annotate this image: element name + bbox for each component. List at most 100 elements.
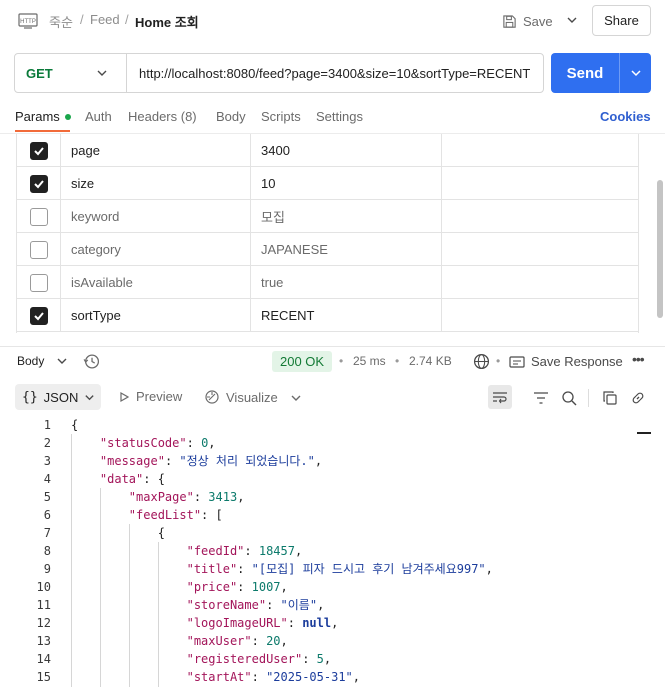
wrap-lines-button[interactable] [488, 385, 512, 409]
param-description[interactable] [442, 233, 638, 266]
code-scroll-marker [637, 432, 651, 434]
check-icon [33, 311, 44, 320]
code-line: 3 "message": "정상 처리 되었습니다.", [0, 452, 665, 470]
param-checkbox[interactable] [29, 306, 48, 325]
line-number: 8 [43, 544, 51, 558]
param-description[interactable] [442, 299, 638, 332]
tab-body[interactable]: Body [216, 109, 246, 124]
save-response-button[interactable]: Save Response [509, 354, 623, 369]
visualize-button[interactable]: Visualize [204, 389, 278, 405]
send-options-button[interactable] [620, 67, 651, 79]
preview-label: Preview [136, 389, 183, 404]
code-line: 15 "startAt": "2025-05-31", [0, 668, 665, 686]
param-value[interactable]: true [251, 266, 442, 299]
format-label: JSON [43, 389, 79, 405]
param-key[interactable]: page [61, 134, 251, 167]
param-value[interactable]: 3400 [251, 134, 442, 167]
filter-button[interactable] [530, 387, 552, 409]
tab-params[interactable]: Params [15, 109, 71, 124]
breadcrumb-request[interactable]: Home 조회 [135, 12, 199, 31]
cookies-link[interactable]: Cookies [600, 109, 651, 124]
globe-icon[interactable] [473, 353, 490, 370]
response-body-select[interactable]: Body [17, 354, 68, 368]
save-label: Save [523, 13, 553, 29]
share-button[interactable]: Share [592, 5, 651, 36]
chevron-down-icon[interactable] [566, 14, 578, 26]
history-icon[interactable] [83, 353, 100, 370]
check-icon [33, 146, 44, 155]
copy-button[interactable] [599, 387, 621, 409]
code-line: 12 "logoImageURL": null, [0, 614, 665, 632]
link-button[interactable] [627, 387, 649, 409]
param-checkbox[interactable] [29, 240, 48, 259]
param-value[interactable]: 모집 [251, 200, 442, 233]
code-text: "statusCode": 0, [99, 436, 216, 450]
tab-scripts[interactable]: Scripts [261, 109, 301, 124]
code-text: { [71, 526, 165, 540]
response-toolbar: {} JSON Preview Visualize [0, 382, 665, 412]
param-checkbox[interactable] [29, 141, 48, 160]
search-button[interactable] [558, 387, 580, 409]
breadcrumb-separator: / [80, 12, 84, 27]
code-line: 11 "storeName": "이름", [0, 596, 665, 614]
status-badge[interactable]: 200 OK [272, 351, 333, 372]
param-value[interactable]: JAPANESE [251, 233, 442, 266]
tab-params-label: Params [15, 109, 60, 124]
method-select[interactable]: GET [15, 54, 127, 92]
param-checkbox[interactable] [29, 207, 48, 226]
url-bar: GET http://localhost:8080/feed?page=3400… [14, 53, 544, 93]
code-line: 7 { [0, 524, 665, 542]
param-checkbox[interactable] [29, 273, 48, 292]
chevron-down-icon [57, 358, 67, 364]
separator-dot: • [395, 354, 400, 368]
separator-dot: • [496, 354, 501, 368]
response-size[interactable]: 2.74 KB [409, 354, 452, 368]
filter-icon [534, 392, 548, 404]
code-line: 6 "feedList": [ [0, 506, 665, 524]
tab-settings[interactable]: Settings [316, 109, 363, 124]
url-input[interactable]: http://localhost:8080/feed?page=3400&siz… [127, 66, 530, 81]
braces-icon: {} [22, 389, 38, 405]
param-value[interactable]: RECENT [251, 299, 442, 332]
visualize-label: Visualize [226, 389, 278, 405]
chevron-down-icon[interactable] [290, 392, 302, 404]
param-key[interactable]: isAvailable [61, 266, 251, 299]
param-key[interactable]: keyword [61, 200, 251, 233]
format-select[interactable]: {} JSON [15, 384, 101, 410]
param-description[interactable] [442, 200, 638, 233]
more-options-icon[interactable]: ••• [632, 351, 645, 367]
line-number: 15 [36, 670, 51, 684]
param-description[interactable] [442, 167, 638, 200]
save-response-label: Save Response [531, 354, 623, 369]
param-description[interactable] [442, 134, 638, 167]
param-check-cell [17, 266, 61, 299]
response-code-editor[interactable]: 1{ 2 "statusCode": 0, 3 "message": "정상 처… [0, 416, 665, 687]
line-number: 10 [36, 580, 51, 594]
save-response-icon [509, 355, 525, 368]
code-text: "storeName": "이름", [186, 598, 325, 612]
tab-auth[interactable]: Auth [85, 109, 112, 124]
code-text: "data": { [99, 472, 165, 486]
code-line: 1{ [0, 416, 665, 434]
breadcrumb-workspace[interactable]: 죽순 [49, 12, 73, 31]
param-description[interactable] [442, 266, 638, 299]
line-number: 7 [43, 526, 51, 540]
tab-headers[interactable]: Headers (8) [128, 109, 197, 124]
preview-button[interactable]: Preview [118, 389, 182, 404]
params-scrollbar[interactable] [657, 180, 663, 318]
param-check-cell [17, 233, 61, 266]
param-key[interactable]: size [61, 167, 251, 200]
breadcrumb-collection[interactable]: Feed [90, 12, 120, 27]
param-checkbox[interactable] [29, 174, 48, 193]
save-button[interactable]: Save [502, 10, 553, 32]
copy-icon [603, 391, 617, 405]
param-value[interactable]: 10 [251, 167, 442, 200]
param-check-cell [17, 167, 61, 200]
send-button[interactable]: Send [551, 53, 651, 93]
param-key[interactable]: category [61, 233, 251, 266]
response-time[interactable]: 25 ms [353, 354, 386, 368]
http-request-icon: HTTP [18, 13, 38, 29]
code-line: 5 "maxPage": 3413, [0, 488, 665, 506]
param-key[interactable]: sortType [61, 299, 251, 332]
code-text: "registeredUser": 5, [186, 652, 332, 666]
